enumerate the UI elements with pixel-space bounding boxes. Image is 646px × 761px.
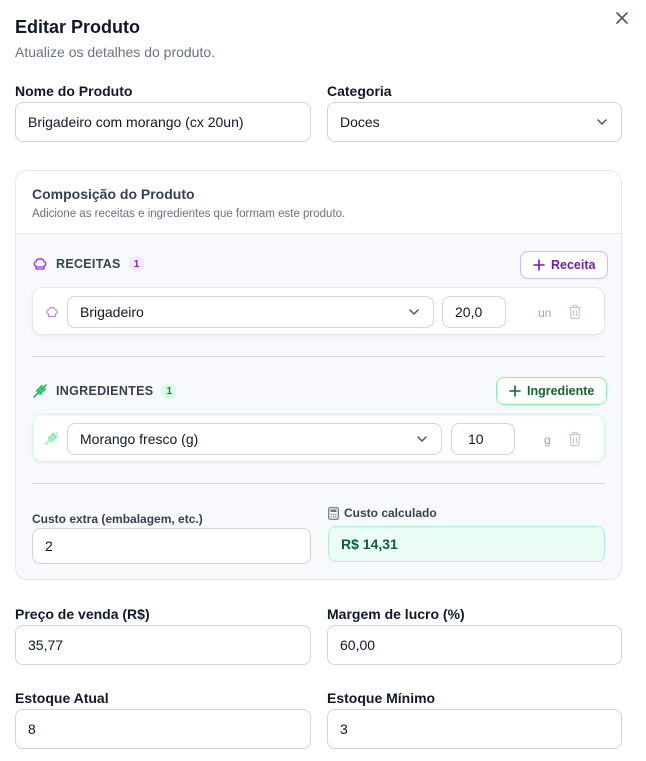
composition-title: Composição do Produto: [32, 186, 195, 202]
edit-product-dialog: Editar Produto Atualize os detalhes do p…: [0, 0, 646, 761]
min-stock-input[interactable]: 3: [327, 709, 622, 749]
ingredient-select[interactable]: Morango fresco (g): [67, 423, 442, 455]
recipe-select[interactable]: Brigadeiro: [67, 296, 434, 328]
wheat-icon: [33, 384, 47, 398]
price-input[interactable]: 35,77: [15, 625, 311, 665]
price-label: Preço de venda (R$): [15, 606, 150, 622]
recipe-name: Brigadeiro: [80, 304, 144, 320]
close-button[interactable]: [612, 8, 632, 28]
ingredient-item-row: Morango fresco (g) 10 g: [32, 414, 605, 462]
plus-icon: [509, 385, 521, 397]
section-divider: [32, 356, 605, 357]
ingredients-count-badge: 1: [161, 383, 178, 399]
stock-value: 8: [28, 721, 36, 737]
add-ingredient-button[interactable]: Ingrediente: [496, 377, 608, 405]
ingredients-label: INGREDIENTES: [56, 384, 154, 398]
category-select[interactable]: Doces: [327, 102, 622, 142]
price-value: 35,77: [28, 637, 64, 653]
extra-cost-label: Custo extra (embalagem, etc.): [32, 512, 203, 526]
composition-header: Composição do Produto Adicione as receit…: [16, 171, 621, 234]
ingredients-section-label: INGREDIENTES 1: [32, 383, 178, 399]
category-label: Categoria: [327, 83, 392, 99]
dialog-subtitle: Atualize os detalhes do produto.: [15, 44, 216, 60]
recipes-label: RECEITAS: [56, 257, 121, 271]
ingredient-unit: g: [544, 433, 551, 447]
add-ingredient-label: Ingrediente: [527, 384, 595, 398]
calc-cost-label-row: Custo calculado: [328, 506, 437, 520]
chevron-down-icon: [417, 436, 427, 442]
section-divider: [32, 483, 605, 484]
dialog-title: Editar Produto: [15, 17, 140, 37]
chef-hat-icon: [33, 258, 47, 270]
recipes-section-label: RECEITAS 1: [32, 256, 145, 272]
add-recipe-button[interactable]: Receita: [520, 251, 609, 279]
calculated-cost-display: R$ 14,31: [328, 526, 605, 562]
chef-hat-icon: [46, 307, 58, 317]
min-stock-label: Estoque Mínimo: [327, 690, 436, 706]
margin-label: Margem de lucro (%): [327, 606, 465, 622]
add-recipe-label: Receita: [551, 258, 596, 272]
close-icon: [616, 12, 628, 24]
product-name-input[interactable]: Brigadeiro com morango (cx 20un): [15, 102, 311, 142]
stock-label: Estoque Atual: [15, 690, 109, 706]
trash-icon[interactable]: [568, 431, 582, 447]
recipes-count-badge: 1: [128, 256, 145, 272]
calc-cost-label: Custo calculado: [344, 506, 437, 520]
stock-input[interactable]: 8: [15, 709, 311, 749]
min-stock-value: 3: [340, 721, 348, 737]
chevron-down-icon: [409, 309, 419, 315]
extra-cost-value: 2: [45, 538, 53, 554]
recipe-quantity-input[interactable]: 20,0: [442, 296, 506, 328]
calculator-icon: [328, 506, 339, 520]
recipe-quantity: 20,0: [455, 304, 483, 320]
extra-cost-input[interactable]: 2: [32, 528, 311, 564]
recipe-item-row: Brigadeiro 20,0 un: [32, 287, 605, 335]
recipe-unit: un: [538, 306, 552, 320]
ingredient-quantity-input[interactable]: 10: [451, 423, 515, 455]
category-value: Doces: [340, 114, 380, 130]
wheat-icon: [45, 432, 58, 445]
chevron-down-icon: [597, 119, 607, 125]
composition-subtitle: Adicione as receitas e ingredientes que …: [32, 208, 346, 220]
composition-panel: Composição do Produto Adicione as receit…: [15, 170, 622, 580]
trash-icon[interactable]: [568, 304, 582, 320]
margin-value: 60,00: [340, 637, 376, 653]
product-name-value: Brigadeiro com morango (cx 20un): [28, 114, 244, 130]
plus-icon: [533, 259, 545, 271]
ingredient-name: Morango fresco (g): [80, 431, 199, 447]
ingredient-quantity: 10: [468, 431, 484, 447]
margin-input[interactable]: 60,00: [327, 625, 622, 665]
calc-cost-value: R$ 14,31: [341, 536, 398, 552]
product-name-label: Nome do Produto: [15, 83, 133, 99]
